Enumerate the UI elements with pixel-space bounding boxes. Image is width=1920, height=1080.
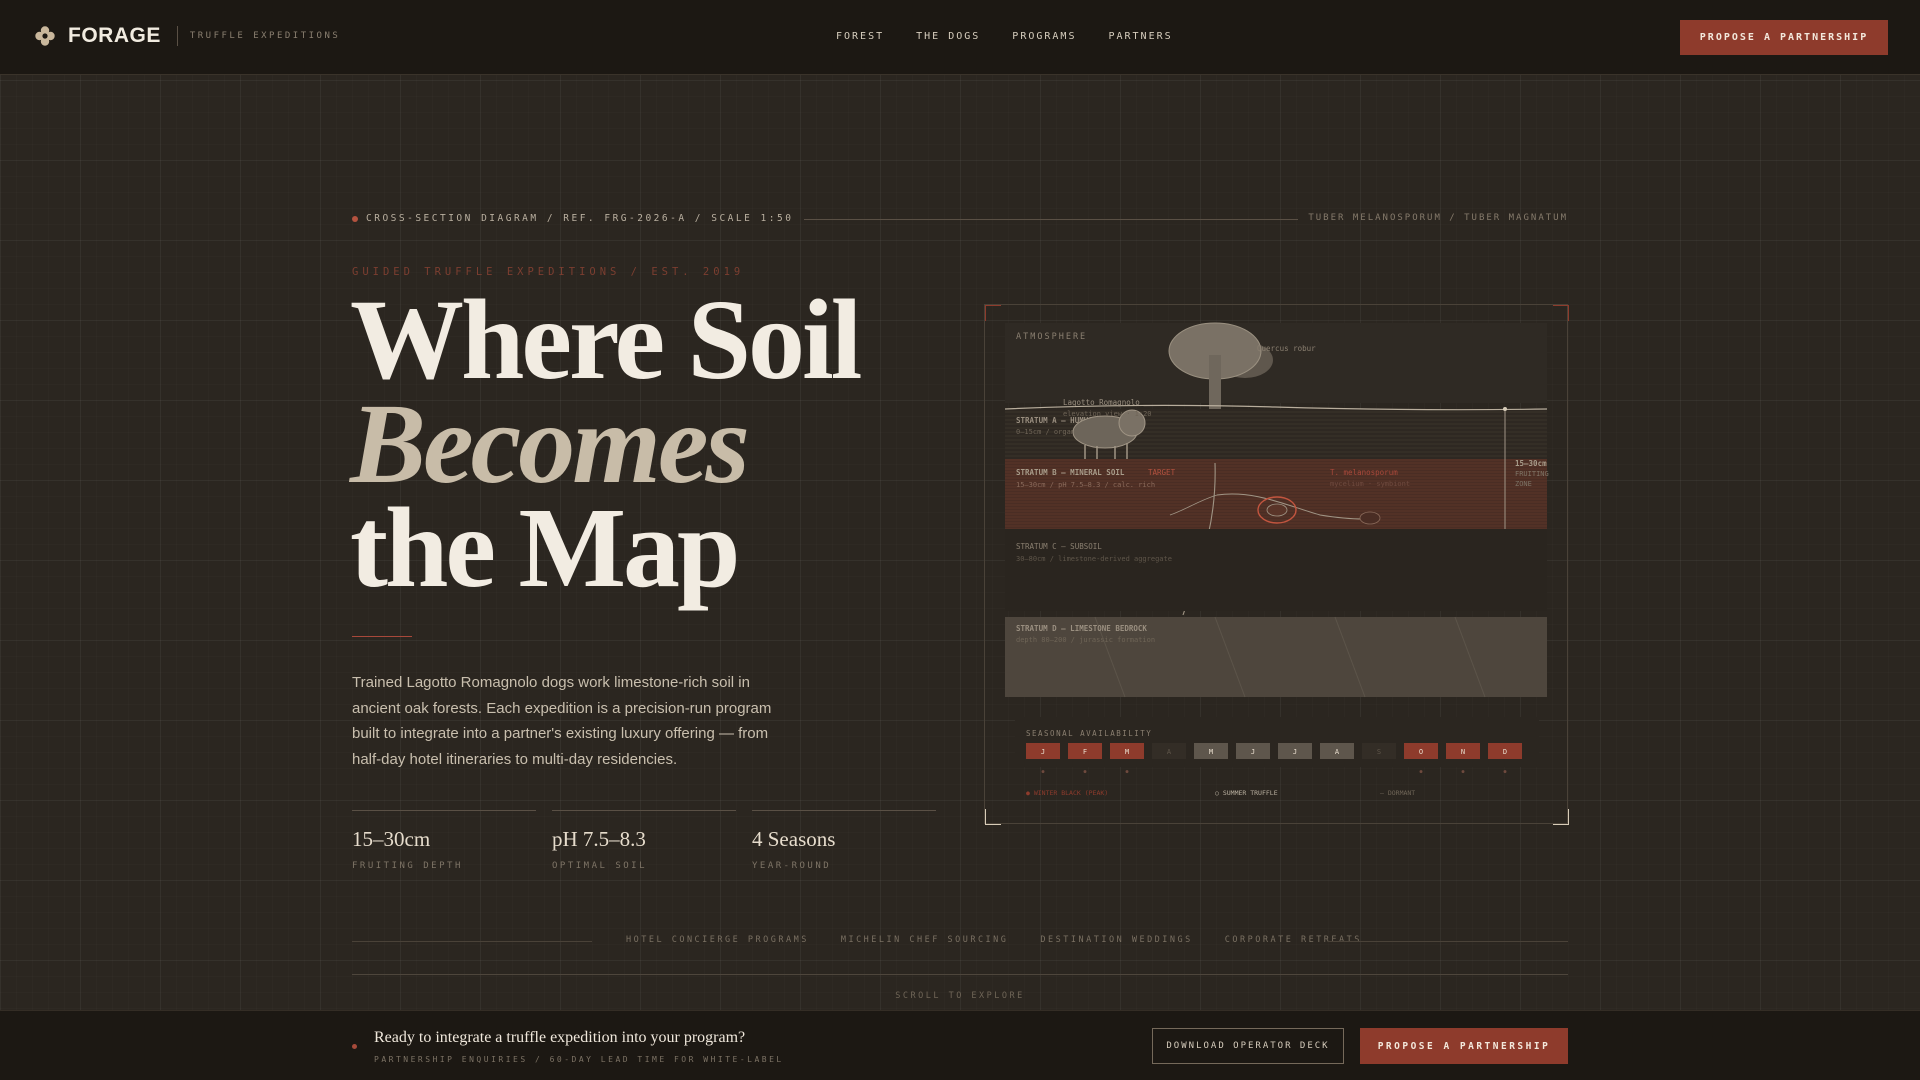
month-peak-marker: ●: [1503, 769, 1506, 775]
month-label: F: [1083, 748, 1087, 756]
month-peak-marker: ●: [1461, 769, 1464, 775]
stat-value: 15–30cm: [352, 827, 431, 851]
truffle-icon: [1266, 503, 1288, 517]
stat-seasons: 4 Seasons YEAR-ROUND: [752, 810, 936, 871]
legend-winter: ● WINTER BLACK (PEAK): [1026, 789, 1108, 797]
cta-bar-title: Ready to integrate a truffle expedition …: [374, 1029, 746, 1046]
corner-bracket-bl: [985, 809, 1001, 825]
brand[interactable]: FORAGE TRUFFLE EXPEDITIONS: [34, 24, 340, 48]
atmosphere-label: ATMOSPHERE: [1016, 332, 1087, 342]
month-label: O: [1419, 748, 1423, 756]
download-operator-deck-button[interactable]: DOWNLOAD OPERATOR DECK: [1152, 1028, 1344, 1064]
seasonal-title: SEASONAL AVAILABILITY: [1026, 729, 1152, 738]
soil-cross-section-diagram: ATMOSPHERE Quercus robur STRATUM A — HUM…: [984, 304, 1569, 825]
month-peak-marker: ●: [1419, 769, 1422, 775]
stat-label: YEAR-ROUND: [752, 861, 832, 871]
stratum-c-sub: 30–80cm / limestone-derived aggregate: [1016, 555, 1172, 563]
nav-link-the-dogs[interactable]: THE DOGS: [916, 31, 980, 42]
diagram-svg: ATMOSPHERE Quercus robur STRATUM A — HUM…: [985, 305, 1569, 825]
brand-name: FORAGE: [68, 24, 161, 47]
cta-bar-subtitle: PARTNERSHIP ENQUIRIES / 60-DAY LEAD TIME…: [374, 1055, 784, 1064]
stratum-b-tag: TARGET: [1148, 468, 1176, 477]
headline-line-3: the Map: [350, 484, 740, 611]
brand-divider: [176, 26, 178, 46]
stat-value: pH 7.5–8.3: [552, 827, 646, 851]
nav-links: FOREST THE DOGS PROGRAMS PARTNERS: [836, 31, 1173, 42]
ref-rule: [804, 219, 1298, 220]
month-label: D: [1503, 748, 1507, 756]
ref-left-text: CROSS-SECTION DIAGRAM / REF. FRG-2026-A …: [366, 213, 794, 224]
client-segments-strip: HOTEL CONCIERGE PROGRAMS MICHELIN CHEF S…: [352, 935, 1568, 947]
month-label: J: [1293, 748, 1297, 756]
stat-label: OPTIMAL SOIL: [552, 861, 648, 871]
client-segment: MICHELIN CHEF SOURCING: [840, 935, 1009, 945]
hero-headline: Where Soil Becomes the Map: [350, 276, 862, 611]
headline-line-2: Becomes: [350, 380, 750, 507]
corner-bracket-tl: [985, 305, 1001, 321]
month-label: M: [1209, 748, 1213, 756]
truffle-label-name: T. melanosporum: [1330, 468, 1398, 477]
zone-label-zone: ZONE: [1515, 480, 1532, 488]
stratum-b-sub: 15–30cm / pH 7.5–8.3 / calc. rich: [1016, 481, 1155, 489]
client-segment: CORPORATE RETREATS: [1224, 935, 1362, 945]
section-divider: [352, 974, 1568, 975]
clients-rule-left: [352, 941, 592, 942]
stratum-b-title: STRATUM B — MINERAL SOIL: [1016, 468, 1125, 477]
stratum-d-sub: depth 80–200 / jurassic formation: [1016, 636, 1155, 644]
stat-value: 4 Seasons: [752, 827, 836, 851]
clients-rule-right: [1328, 941, 1568, 942]
corner-bracket-tr: [1553, 305, 1569, 321]
top-nav: FORAGE TRUFFLE EXPEDITIONS FOREST THE DO…: [0, 0, 1920, 75]
zone-label-depth: 15–30cm: [1515, 459, 1547, 468]
nav-link-forest[interactable]: FOREST: [836, 31, 884, 42]
stratum-c-title: STRATUM C — SUBSOIL: [1016, 542, 1102, 551]
month-peak-marker: ●: [1083, 769, 1086, 775]
scroll-hint[interactable]: SCROLL TO EXPLORE: [0, 991, 1920, 1001]
truffle-label-sub: mycelium · symbiont: [1330, 480, 1410, 488]
truffle-icon-small: [1359, 511, 1381, 525]
seasonal-panel: [1015, 717, 1539, 767]
zone-label-fruiting: FRUITING: [1515, 470, 1549, 478]
legend-dormant: — DORMANT: [1380, 789, 1415, 797]
nav-link-programs[interactable]: PROGRAMS: [1012, 31, 1076, 42]
headline-accent-rule: [352, 636, 412, 637]
stat-optimal-soil: pH 7.5–8.3 OPTIMAL SOIL: [552, 810, 736, 871]
legend-summer: ○ SUMMER TRUFFLE: [1215, 789, 1278, 797]
month-peak-marker: ●: [1125, 769, 1128, 775]
zone-dimension-top-dot: [1503, 407, 1507, 411]
month-peak-marker: ●: [1041, 769, 1044, 775]
stat-label: FRUITING DEPTH: [352, 861, 463, 871]
month-label: J: [1041, 748, 1045, 756]
nav-link-partners[interactable]: PARTNERS: [1108, 31, 1172, 42]
headline-line-1: Where Soil: [350, 276, 862, 403]
stat-fruiting-depth: 15–30cm FRUITING DEPTH: [352, 810, 536, 871]
dog-label-name: Lagotto Romagnolo: [1063, 398, 1140, 407]
hero-body-copy: Trained Lagotto Romagnolo dogs work lime…: [352, 674, 772, 768]
client-segment: DESTINATION WEDDINGS: [1040, 935, 1193, 945]
tree-label: Quercus robur: [1257, 344, 1316, 353]
client-segments: HOTEL CONCIERGE PROGRAMS MICHELIN CHEF S…: [626, 935, 1362, 945]
month-label: M: [1125, 748, 1129, 756]
stratum-d-title: STRATUM D — LIMESTONE BEDROCK: [1016, 624, 1147, 633]
partnership-cta-bar: Ready to integrate a truffle expedition …: [0, 1010, 1920, 1080]
ref-marker-dot: [352, 216, 358, 222]
truffle-logo-icon: [35, 26, 55, 46]
footer-propose-partnership-button[interactable]: PROPOSE A PARTNERSHIP: [1360, 1028, 1568, 1064]
month-label: J: [1251, 748, 1255, 756]
month-label: N: [1461, 748, 1465, 756]
brand-tagline: TRUFFLE EXPEDITIONS: [189, 31, 341, 41]
dog-label-view: elevation view · 1:20: [1063, 410, 1152, 418]
client-segment: HOTEL CONCIERGE PROGRAMS: [626, 935, 809, 945]
nav-propose-partnership-button[interactable]: PROPOSE A PARTNERSHIP: [1680, 20, 1888, 55]
month-label: S: [1377, 748, 1381, 756]
corner-bracket-br: [1553, 809, 1569, 825]
ref-right-text: TUBER MELANOSPORUM / TUBER MAGNATUM: [1308, 213, 1568, 223]
diagram-reference-line: CROSS-SECTION DIAGRAM / REF. FRG-2026-A …: [352, 212, 1568, 226]
hero-stats: 15–30cm FRUITING DEPTH pH 7.5–8.3 OPTIMA…: [352, 810, 936, 871]
cta-bullet-dot: [352, 1044, 357, 1049]
